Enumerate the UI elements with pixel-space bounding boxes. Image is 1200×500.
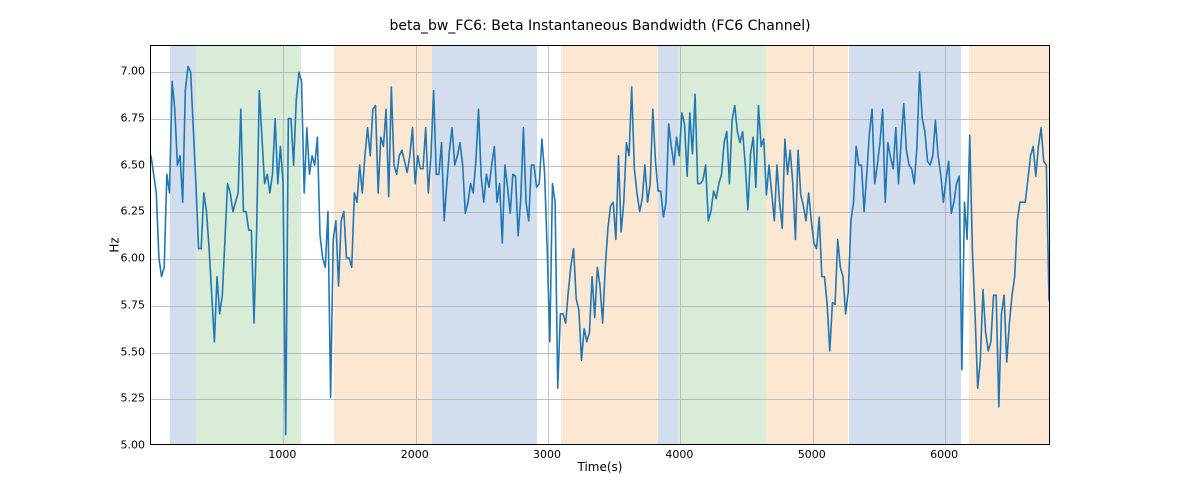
- y-tick-label: 5.75: [105, 298, 145, 311]
- y-tick-label: 5.00: [105, 439, 145, 452]
- chart-svg: [151, 46, 1049, 444]
- x-tick-label: 5000: [798, 448, 826, 461]
- x-tick-label: 1000: [268, 448, 296, 461]
- chart-title: beta_bw_FC6: Beta Instantaneous Bandwidt…: [0, 18, 1200, 34]
- y-tick-label: 5.50: [105, 345, 145, 358]
- plot-area: [150, 45, 1050, 445]
- y-axis-label: Hz: [105, 45, 125, 445]
- y-tick-label: 6.25: [105, 205, 145, 218]
- x-axis-label: Time(s): [150, 460, 1050, 474]
- x-tick-label: 6000: [930, 448, 958, 461]
- y-tick-label: 6.00: [105, 252, 145, 265]
- y-tick-label: 6.50: [105, 158, 145, 171]
- x-tick-label: 2000: [401, 448, 429, 461]
- y-tick-label: 7.00: [105, 65, 145, 78]
- x-tick-label: 3000: [533, 448, 561, 461]
- chart-figure: beta_bw_FC6: Beta Instantaneous Bandwidt…: [0, 0, 1200, 500]
- y-tick-label: 5.25: [105, 392, 145, 405]
- x-tick-label: 4000: [665, 448, 693, 461]
- y-tick-label: 6.75: [105, 111, 145, 124]
- series-line: [151, 66, 1049, 434]
